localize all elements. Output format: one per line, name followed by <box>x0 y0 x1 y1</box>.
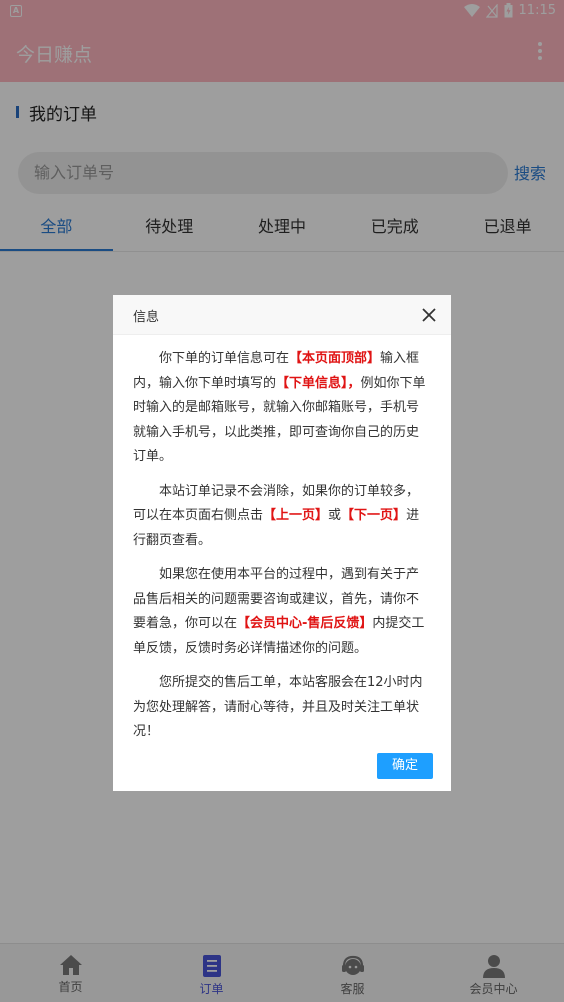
dialog-paragraph: 你下单的订单信息可在【本页面顶部】输入框内，输入你下单时填写的【下单信息】，例如… <box>133 351 426 464</box>
close-icon[interactable] <box>421 307 437 323</box>
dialog-title: 信息 <box>133 310 160 325</box>
dialog-body: 你下单的订单信息可在【本页面顶部】输入框内，输入你下单时填写的【下单信息】，例如… <box>133 347 431 755</box>
dialog-header: 信息 <box>113 295 451 335</box>
dialog-paragraph: 如果您在使用本平台的过程中，遇到有关于产品售后相关的问题需要咨询或建议，首先，请… <box>133 567 425 656</box>
dialog-paragraph: 本站订单记录不会消除，如果你的订单较多，可以在本页面右侧点击【上一页】或【下一页… <box>133 483 420 548</box>
ok-button[interactable]: 确定 <box>377 753 433 779</box>
dialog-paragraph: 您所提交的售后工单，本站客服会在12小时内为您处理解答，请耐心等待，并且及时关注… <box>133 675 423 739</box>
info-dialog: 信息 你下单的订单信息可在【本页面顶部】输入框内，输入你下单时填写的【下单信息】… <box>113 295 451 791</box>
